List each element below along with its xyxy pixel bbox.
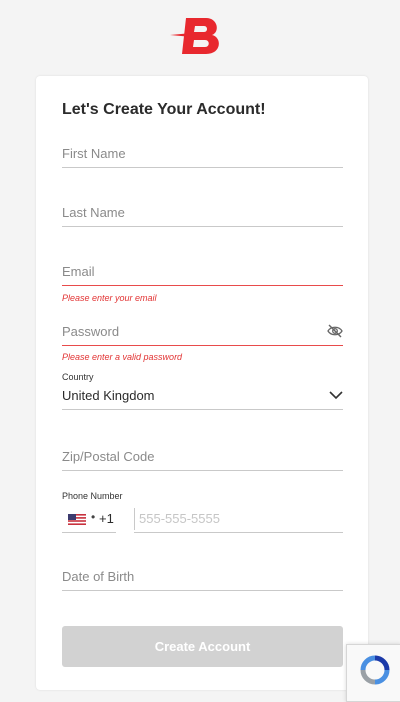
dob-placeholder: Date of Birth	[62, 569, 135, 584]
last-name-underline	[62, 226, 343, 227]
chevron-down-icon	[329, 391, 343, 400]
last-name-field[interactable]: Last Name	[62, 205, 343, 227]
zip-field[interactable]: Zip/Postal Code	[62, 449, 343, 471]
country-underline	[62, 409, 343, 410]
country-label: Country	[62, 372, 94, 382]
create-account-button[interactable]: Create Account	[62, 626, 343, 667]
signup-card: Let's Create Your Account! First Name La…	[36, 76, 368, 690]
country-value: United Kingdom	[62, 388, 155, 403]
country-select[interactable]: United Kingdom	[62, 388, 343, 410]
dropdown-dot: •	[91, 510, 96, 524]
password-field[interactable]: Password	[62, 324, 343, 346]
brand-logo	[170, 18, 219, 54]
phone-divider	[134, 508, 135, 530]
first-name-underline	[62, 167, 343, 168]
first-name-field[interactable]: First Name	[62, 146, 343, 168]
password-placeholder: Password	[62, 324, 120, 339]
eye-off-icon[interactable]	[327, 324, 343, 338]
last-name-placeholder: Last Name	[62, 205, 125, 220]
zip-placeholder: Zip/Postal Code	[62, 449, 155, 464]
zip-underline	[62, 470, 343, 471]
email-error: Please enter your email	[62, 293, 157, 303]
phone-number-input[interactable]: 555-555-5555	[134, 508, 343, 533]
recaptcha-badge[interactable]	[346, 644, 400, 702]
email-field[interactable]: Email	[62, 264, 343, 286]
email-placeholder: Email	[62, 264, 95, 279]
email-underline	[62, 285, 343, 286]
phone-country-select[interactable]: • +1	[62, 508, 116, 533]
password-underline	[62, 345, 343, 346]
password-error: Please enter a valid password	[62, 352, 183, 362]
dob-underline	[62, 590, 343, 591]
phone-country-code: +1	[99, 511, 114, 526]
dob-field[interactable]: Date of Birth	[62, 569, 343, 591]
first-name-placeholder: First Name	[62, 146, 126, 161]
recaptcha-icon	[360, 655, 390, 685]
phone-placeholder: 555-555-5555	[139, 511, 220, 526]
phone-label: Phone Number	[62, 491, 123, 501]
form-title: Let's Create Your Account!	[62, 101, 266, 118]
us-flag-icon	[68, 514, 86, 525]
phone-underline	[134, 532, 343, 533]
phone-code-underline	[62, 532, 116, 533]
